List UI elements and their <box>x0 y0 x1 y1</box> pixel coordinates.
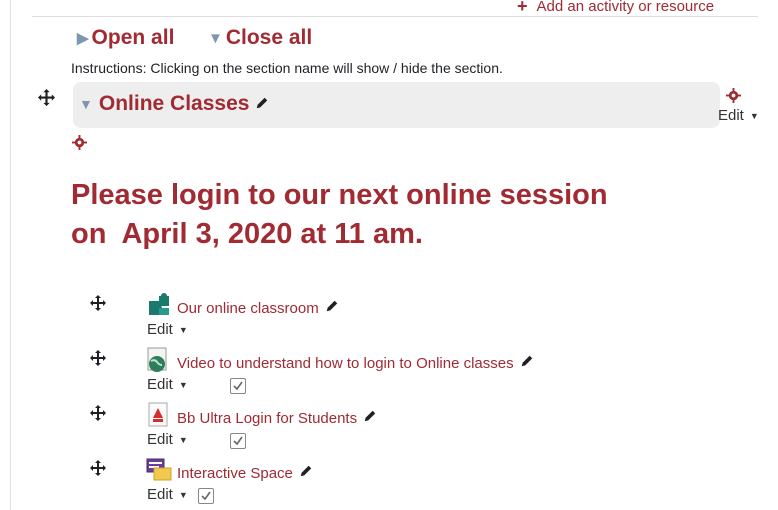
section-title-toggle[interactable]: ▼ Online Classes <box>79 92 269 116</box>
activity-link[interactable]: Interactive Space <box>177 464 313 482</box>
add-activity-link[interactable]: + Add an activity or resource <box>517 0 714 15</box>
url-globe-icon <box>146 347 172 373</box>
activity-link[interactable]: Bb Ultra Login for Students <box>177 409 377 427</box>
triangle-down-icon: ▼ <box>79 96 93 112</box>
completion-checkbox[interactable] <box>230 433 246 449</box>
activity-edit-label: Edit <box>147 376 173 393</box>
caret-down-icon: ▼ <box>178 489 188 500</box>
chat-icon <box>146 457 172 483</box>
caret-down-icon: ▼ <box>178 379 188 390</box>
pdf-icon <box>146 402 172 428</box>
activity-link[interactable]: Video to understand how to login to Onli… <box>177 354 534 372</box>
gear-icon[interactable] <box>726 88 741 106</box>
triangle-down-icon: ▼ <box>208 29 223 47</box>
activity-edit-menu[interactable]: Edit ▼ <box>147 321 188 338</box>
close-all-label: Close all <box>225 26 313 49</box>
add-activity-label: Add an activity or resource <box>536 0 715 15</box>
triangle-right-icon: ▶ <box>77 30 89 47</box>
activity-name: Bb Ultra Login for Students <box>177 409 358 427</box>
move-activity-icon[interactable] <box>90 460 106 479</box>
move-section-icon[interactable] <box>38 89 55 109</box>
activity-edit-label: Edit <box>147 321 173 338</box>
close-all-link[interactable]: ▼ Close all <box>208 26 312 50</box>
plus-icon: + <box>517 0 528 16</box>
section-edit-label: Edit <box>718 107 744 124</box>
completion-checkbox[interactable] <box>230 378 246 394</box>
completion-checkbox[interactable] <box>198 488 214 504</box>
activity-name: Our online classroom <box>177 299 319 317</box>
caret-down-icon: ▼ <box>178 324 188 335</box>
pencil-icon[interactable] <box>520 354 534 372</box>
gear-icon[interactable] <box>72 135 87 153</box>
activity-edit-menu[interactable]: Edit ▼ <box>147 486 188 503</box>
activity-link[interactable]: Our online classroom <box>177 299 339 317</box>
open-all-link[interactable]: ▶ Open all <box>77 26 174 50</box>
caret-down-icon: ▼ <box>178 434 188 445</box>
puzzle-icon <box>146 292 172 318</box>
section-title: Online Classes <box>98 92 250 115</box>
activity-edit-menu[interactable]: Edit ▼ <box>147 431 188 448</box>
pencil-icon[interactable] <box>255 92 269 116</box>
activity-edit-label: Edit <box>147 486 173 503</box>
section-edit-menu[interactable]: Edit ▼ <box>718 107 759 124</box>
move-activity-icon[interactable] <box>90 350 106 369</box>
left-border <box>10 0 11 510</box>
move-activity-icon[interactable] <box>90 295 106 314</box>
instructions-text: Instructions: Clicking on the section na… <box>71 60 503 76</box>
caret-down-icon: ▼ <box>749 110 759 121</box>
activity-edit-label: Edit <box>147 431 173 448</box>
pencil-icon[interactable] <box>299 464 313 482</box>
pencil-icon[interactable] <box>325 299 339 317</box>
top-divider <box>32 16 758 17</box>
activity-edit-menu[interactable]: Edit ▼ <box>147 376 188 393</box>
move-activity-icon[interactable] <box>90 405 106 424</box>
activity-name: Video to understand how to login to Onli… <box>177 354 514 372</box>
open-all-label: Open all <box>91 26 175 49</box>
pencil-icon[interactable] <box>363 409 377 427</box>
activity-name: Interactive Space <box>177 464 293 482</box>
section-announcement: Please login to our next online session … <box>71 179 608 250</box>
